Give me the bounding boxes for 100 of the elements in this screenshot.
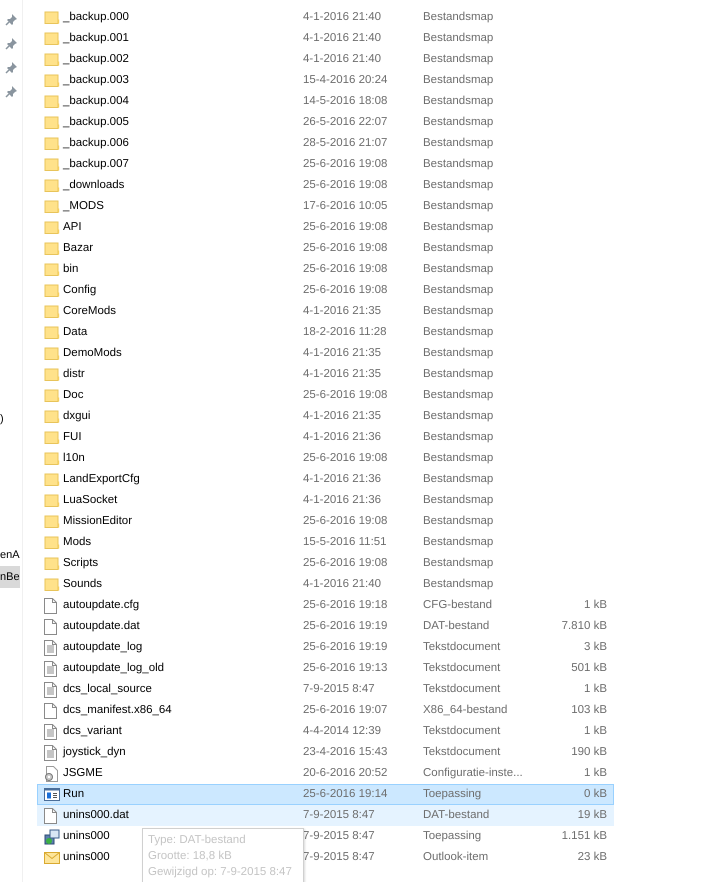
folder-icon (44, 284, 60, 298)
pin-icon[interactable] (5, 37, 18, 50)
file-name: LuaSocket (63, 493, 118, 508)
file-type: Outlook-item (423, 850, 488, 865)
date-modified: 4-1-2016 21:40 (303, 31, 382, 46)
nav-item[interactable]: nBe (0, 566, 20, 588)
folder-icon (44, 74, 60, 88)
window-icon (44, 788, 60, 801)
file-name: joystick_dyn (63, 745, 126, 760)
file-type: Bestandsmap (423, 10, 494, 25)
date-modified: 7-9-2015 8:47 (303, 829, 375, 844)
file-name: dcs_local_source (63, 682, 152, 697)
file-name: Sounds (63, 577, 102, 592)
folder-icon (44, 472, 60, 486)
file-type: Bestandsmap (423, 577, 494, 592)
file-type: Bestandsmap (423, 220, 494, 235)
file-name: dcs_manifest.x86_64 (63, 703, 172, 718)
nav-item[interactable]: enA (0, 544, 20, 566)
folder-icon (44, 452, 60, 466)
file-name: _backup.007 (63, 157, 129, 172)
file-type: Bestandsmap (423, 514, 494, 529)
file-icon (44, 598, 57, 614)
date-modified: 25-6-2016 19:08 (303, 514, 388, 529)
file-name: Scripts (63, 556, 98, 571)
file-type: Bestandsmap (423, 493, 494, 508)
file-type: Bestandsmap (423, 388, 494, 403)
file-name: _backup.003 (63, 73, 129, 88)
file-size: 7.810 kB (562, 619, 607, 634)
file-type: Bestandsmap (423, 283, 494, 298)
pin-icon[interactable] (5, 85, 18, 98)
folder-icon (44, 32, 60, 46)
file-size: 103 kB (571, 703, 607, 718)
file-name: DemoMods (63, 346, 122, 361)
file-type: Bestandsmap (423, 52, 494, 67)
pin-icon[interactable] (5, 13, 18, 26)
file-name: Mods (63, 535, 92, 550)
tooltip-line: Type: DAT-bestand (148, 833, 247, 848)
file-row[interactable]: Run 25-6-2016 19:14 Toepassing 0 kB (37, 784, 614, 805)
date-modified: 25-6-2016 19:07 (303, 703, 388, 718)
nav-item[interactable]: ) (0, 408, 4, 430)
file-size: 23 kB (578, 850, 607, 865)
date-modified: 25-6-2016 19:08 (303, 451, 388, 466)
date-modified: 18-2-2016 11:28 (303, 325, 387, 340)
date-modified: 23-4-2016 15:43 (303, 745, 388, 760)
file-icon (44, 702, 57, 718)
file-name: autoupdate.dat (63, 619, 140, 634)
file-size: 1 kB (584, 682, 607, 697)
file-size: 3 kB (584, 640, 607, 655)
file-name: FUI (63, 430, 82, 445)
file-type: Bestandsmap (423, 409, 494, 424)
file-type: Bestandsmap (423, 304, 494, 319)
file-type: Bestandsmap (423, 241, 494, 256)
folder-icon (44, 116, 60, 130)
date-modified: 25-6-2016 19:08 (303, 262, 388, 277)
text-file-icon (44, 660, 57, 676)
file-type: Bestandsmap (423, 73, 494, 88)
file-type: Bestandsmap (423, 262, 494, 277)
file-name: dcs_variant (63, 724, 122, 739)
file-type: Toepassing (423, 829, 482, 844)
folder-icon (44, 514, 60, 528)
folder-icon (44, 410, 60, 424)
date-modified: 15-5-2016 11:51 (303, 535, 387, 550)
file-size: 19 kB (578, 808, 607, 823)
folder-icon (44, 326, 60, 340)
file-name: _backup.006 (63, 136, 129, 151)
folder-icon (44, 262, 60, 276)
date-modified: 25-6-2016 19:19 (303, 619, 388, 634)
file-name: unins000 (63, 850, 110, 865)
date-modified: 20-6-2016 20:52 (303, 766, 388, 781)
file-size: 0 kB (584, 787, 607, 802)
tooltip-line: Grootte: 18,8 kB (148, 849, 233, 864)
file-name: _MODS (63, 199, 104, 214)
date-modified: 7-9-2015 8:47 (303, 682, 375, 697)
file-name: _backup.002 (63, 52, 129, 67)
file-row[interactable]: unins000.dat 7-9-2015 8:47 DAT-bestand 19 kB (37, 805, 614, 826)
file-type: Tekstdocument (423, 682, 500, 697)
text-file-icon (44, 682, 57, 698)
file-size: 190 kB (571, 745, 607, 760)
file-name: autoupdate.cfg (63, 598, 140, 613)
file-type: Tekstdocument (423, 661, 500, 676)
date-modified: 4-1-2016 21:36 (303, 430, 382, 445)
file-type: X86_64-bestand (423, 703, 508, 718)
file-type: Bestandsmap (423, 430, 494, 445)
folder-icon (44, 178, 60, 192)
date-modified: 25-6-2016 19:14 (303, 787, 388, 802)
folder-icon (44, 346, 60, 360)
file-name: Bazar (63, 241, 94, 256)
date-modified: 25-6-2016 19:08 (303, 220, 388, 235)
file-name: API (63, 220, 82, 235)
date-modified: 4-1-2016 21:40 (303, 577, 382, 592)
date-modified: 25-6-2016 19:08 (303, 556, 388, 571)
file-name: Config (63, 283, 96, 298)
file-name: MissionEditor (63, 514, 132, 529)
date-modified: 25-6-2016 19:08 (303, 157, 388, 172)
pin-icon[interactable] (5, 61, 18, 74)
file-type: Bestandsmap (423, 472, 494, 487)
date-modified: 4-1-2016 21:40 (303, 10, 382, 25)
file-name: Data (63, 325, 88, 340)
folder-icon (44, 52, 60, 66)
date-modified: 26-5-2016 22:07 (303, 115, 388, 130)
